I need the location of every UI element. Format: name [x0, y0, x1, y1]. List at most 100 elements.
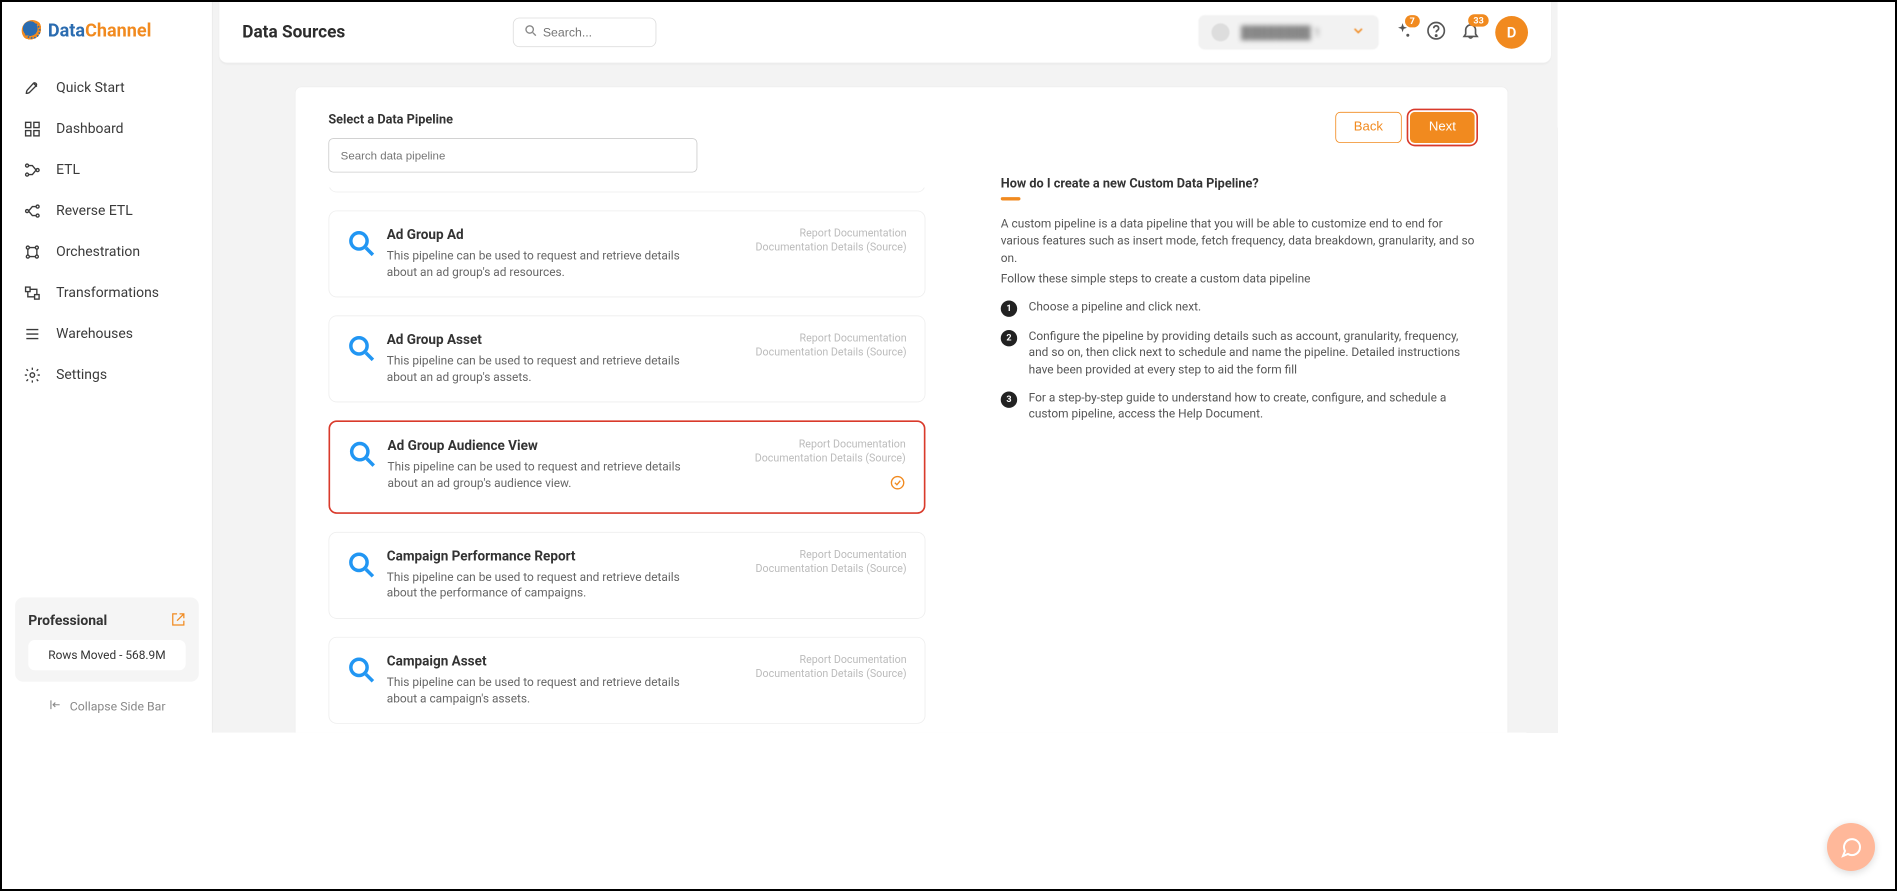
pipeline-links[interactable]: Report DocumentationDocumentation Detail…: [755, 228, 906, 281]
pipeline-links[interactable]: Report DocumentationDocumentation Detail…: [755, 438, 906, 495]
nav-label: Settings: [56, 367, 107, 383]
nav-label: Warehouses: [56, 326, 133, 342]
magnifier-icon: [347, 229, 375, 257]
page-title: Data Sources: [242, 23, 345, 43]
collapse-sidebar[interactable]: Collapse Side Bar: [15, 698, 199, 714]
accent-bar: [1001, 197, 1021, 200]
pipeline-title: Ad Group Audience View: [387, 438, 743, 454]
pipeline-desc: This pipeline can be used to request and…: [387, 248, 699, 280]
main: Data Sources ████████ 1 7 33: [213, 2, 1558, 733]
nav-etl[interactable]: ETL: [10, 150, 204, 191]
help-steps: 1 Choose a pipeline and click next. 2 Confi…: [1001, 299, 1475, 423]
pipeline-list[interactable]: Ad Group Ad This pipeline can be used to …: [328, 187, 938, 732]
pipeline-links[interactable]: Report DocumentationDocumentation Detail…: [755, 654, 906, 707]
rows-moved: Rows Moved - 568.9M: [28, 640, 185, 670]
pipeline-title: Campaign Performance Report: [387, 549, 744, 565]
nav-label: ETL: [56, 162, 80, 178]
etl-icon: [23, 161, 41, 179]
pipeline-search-input[interactable]: [328, 138, 697, 172]
nav-label: Orchestration: [56, 244, 140, 260]
collapse-icon: [48, 698, 61, 714]
magnifier-icon: [347, 656, 375, 684]
nav-orchestration[interactable]: Orchestration: [10, 232, 204, 273]
sparkle-icon: [1394, 27, 1412, 43]
pipeline-card[interactable]: Ad Group Audience View This pipeline can …: [328, 420, 925, 513]
pipeline-card[interactable]: Ad Group Ad This pipeline can be used to …: [328, 210, 925, 297]
pipeline-desc: This pipeline can be used to request and…: [387, 353, 699, 385]
pipeline-card[interactable]: [328, 187, 925, 192]
sidebar-nav: Quick Start Dashboard ETL Reverse ETL Or…: [2, 61, 212, 589]
global-search[interactable]: [513, 18, 657, 48]
search-icon: [523, 23, 538, 41]
chevron-down-icon: [1351, 23, 1366, 41]
step-text: For a step-by-step guide to understand h…: [1029, 390, 1475, 423]
pipeline-desc: This pipeline can be used to request and…: [387, 674, 699, 706]
help-paragraph: A custom pipeline is a data pipeline tha…: [1001, 215, 1475, 267]
pipeline-card[interactable]: Campaign Asset This pipeline can be used …: [328, 637, 925, 724]
nav-settings[interactable]: Settings: [10, 355, 204, 396]
account-name: ████████ 1: [1241, 25, 1339, 40]
help-paragraph: Follow these simple steps to create a cu…: [1001, 270, 1475, 287]
pipeline-desc: This pipeline can be used to request and…: [387, 569, 699, 601]
panel-title: Select a Data Pipeline: [328, 112, 938, 127]
nav-label: Transformations: [56, 285, 159, 301]
user-avatar[interactable]: D: [1495, 16, 1528, 49]
nav-quick-start[interactable]: Quick Start: [10, 68, 204, 109]
brand-text-2: Channel: [85, 20, 151, 41]
back-button[interactable]: Back: [1335, 112, 1402, 143]
bell-badge: 33: [1468, 14, 1488, 26]
magnifier-icon: [347, 334, 375, 362]
pipeline-desc: This pipeline can be used to request and…: [387, 459, 699, 491]
step-text: Choose a pipeline and click next.: [1029, 299, 1202, 317]
magnifier-icon: [347, 551, 375, 579]
collapse-label: Collapse Side Bar: [70, 699, 166, 714]
bell-icon: [1461, 28, 1481, 44]
nav-label: Reverse ETL: [56, 203, 133, 219]
plan-card: Professional Rows Moved - 568.9M: [15, 597, 199, 681]
topbar: Data Sources ████████ 1 7 33: [219, 2, 1551, 64]
pipeline-links[interactable]: Report DocumentationDocumentation Detail…: [755, 333, 906, 386]
nav-label: Dashboard: [56, 121, 123, 137]
nav-reverse-etl[interactable]: Reverse ETL: [10, 191, 204, 232]
nav-warehouses[interactable]: Warehouses: [10, 314, 204, 355]
account-selector[interactable]: ████████ 1: [1198, 15, 1378, 49]
nav-dashboard[interactable]: Dashboard: [10, 109, 204, 150]
pipeline-title: Ad Group Asset: [387, 333, 744, 349]
chat-fab[interactable]: [1827, 823, 1875, 871]
pipeline-title: Campaign Asset: [387, 654, 744, 670]
notifications-button[interactable]: 33: [1461, 21, 1481, 44]
help-step: 3For a step-by-step guide to understand …: [1001, 390, 1475, 423]
brand-icon: [22, 20, 43, 41]
help-step: 1 Choose a pipeline and click next.: [1001, 299, 1475, 317]
nav-transformations[interactable]: Transformations: [10, 273, 204, 314]
nav-label: Quick Start: [56, 80, 125, 96]
plan-name: Professional: [28, 613, 107, 629]
step-number: 2: [1001, 330, 1017, 346]
transformations-icon: [23, 284, 41, 302]
logo: DataChannel: [2, 12, 212, 61]
upgrade-icon[interactable]: [171, 612, 186, 630]
rocket-icon: [23, 79, 41, 97]
step-text: Configure the pipeline by providing deta…: [1029, 328, 1475, 378]
ai-sparkle-button[interactable]: 7: [1394, 22, 1412, 43]
gear-icon: [23, 366, 41, 384]
magnifier-icon: [348, 440, 376, 468]
warehouses-icon: [23, 325, 41, 343]
brand-text-1: Data: [48, 20, 85, 41]
search-input[interactable]: [543, 25, 646, 39]
grid-icon: [23, 120, 41, 138]
check-icon: [755, 474, 906, 495]
pipeline-title: Ad Group Ad: [387, 228, 744, 244]
reverse-etl-icon: [23, 202, 41, 220]
help-button[interactable]: [1426, 21, 1446, 44]
pipeline-card[interactable]: Campaign Performance Report This pipeline…: [328, 532, 925, 619]
help-step: 2 Configure the pipeline by providing det…: [1001, 328, 1475, 378]
pipeline-links[interactable]: Report DocumentationDocumentation Detail…: [755, 549, 906, 602]
step-number: 1: [1001, 301, 1017, 317]
orchestration-icon: [23, 243, 41, 261]
next-button[interactable]: Next: [1410, 112, 1475, 143]
pipeline-card[interactable]: Ad Group Asset This pipeline can be used …: [328, 315, 925, 402]
sparkle-badge: 7: [1405, 15, 1420, 27]
account-avatar-icon: [1212, 23, 1230, 41]
help-title: How do I create a new Custom Data Pipeli…: [1001, 176, 1475, 191]
